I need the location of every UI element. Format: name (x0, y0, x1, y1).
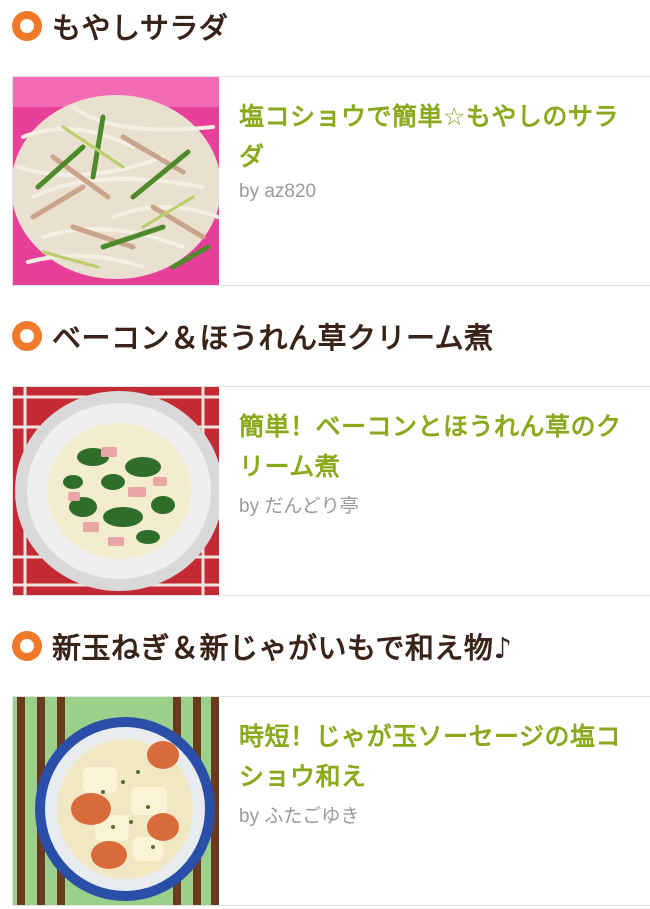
recipe-author: by ふたごゆき (239, 806, 360, 827)
recipe-card-text: 簡単！ベーコンとほうれん草のクリーム煮 by だんどり亭 (219, 387, 650, 595)
section-title: もやしサラダ (52, 11, 229, 45)
section-header: 新玉ねぎ＆新じゃがいもで和え物♪ (12, 626, 512, 666)
recipe-card[interactable]: 簡単！ベーコンとほうれん草のクリーム煮 by だんどり亭 (12, 386, 650, 596)
recipe-thumbnail[interactable] (13, 387, 219, 595)
recipe-title-link[interactable]: 時短！じゃが玉ソーセージの塩コショウ和え (239, 717, 634, 797)
recipe-card-text: 時短！じゃが玉ソーセージの塩コショウ和え by ふたごゆき (219, 697, 650, 905)
recipe-card[interactable]: 時短！じゃが玉ソーセージの塩コショウ和え by ふたごゆき (12, 696, 650, 906)
bacon-spinach-cream-stew-image (13, 387, 219, 595)
recipe-thumbnail[interactable] (13, 697, 219, 905)
recipe-title-link[interactable]: 塩コショウで簡単☆もやしのサラダ (239, 97, 634, 177)
section-header: ベーコン＆ほうれん草クリーム煮 (12, 316, 494, 356)
recipe-title-link[interactable]: 簡単！ベーコンとほうれん草のクリーム煮 (239, 407, 634, 487)
orange-circle-bullet-icon (12, 321, 42, 351)
bean-sprout-salad-image (13, 77, 219, 285)
recipe-author: by だんどり亭 (239, 496, 359, 517)
orange-circle-bullet-icon (12, 631, 42, 661)
recipe-card[interactable]: 塩コショウで簡単☆もやしのサラダ by az820 (12, 76, 650, 286)
recipe-thumbnail[interactable] (13, 77, 219, 285)
section-title: 新玉ねぎ＆新じゃがいもで和え物♪ (52, 631, 513, 665)
orange-circle-bullet-icon (12, 11, 42, 41)
recipe-card-text: 塩コショウで簡単☆もやしのサラダ by az820 (219, 77, 650, 285)
recipe-author: by az820 (239, 181, 317, 202)
potato-onion-sausage-image (13, 697, 219, 905)
section-title: ベーコン＆ほうれん草クリーム煮 (52, 321, 494, 355)
section-header: もやしサラダ (12, 6, 228, 46)
